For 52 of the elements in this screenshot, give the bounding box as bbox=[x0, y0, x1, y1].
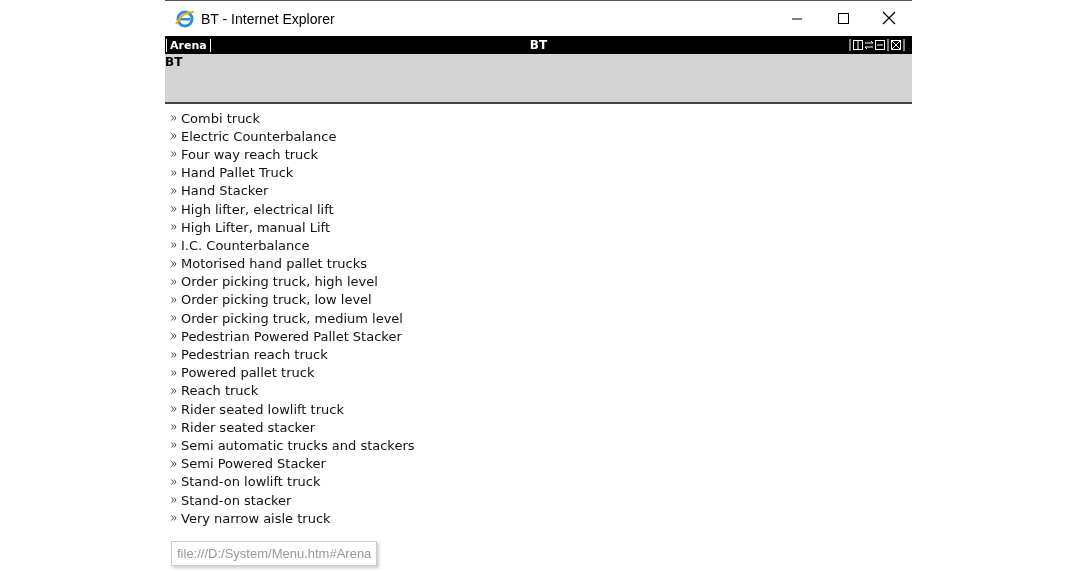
menu-link[interactable]: Powered pallet truck bbox=[181, 365, 315, 381]
menu-link[interactable]: Stand-on stacker bbox=[181, 492, 292, 508]
window-title: BT - Internet Explorer bbox=[201, 10, 335, 27]
menu-link[interactable]: Semi automatic trucks and stackers bbox=[181, 437, 415, 453]
menu-link[interactable]: Rider seated lowlift truck bbox=[181, 401, 344, 417]
chevron-icon bbox=[171, 351, 177, 358]
menu-link[interactable]: Pedestrian Powered Pallet Stacker bbox=[181, 328, 402, 344]
menu-link[interactable]: Order picking truck, low level bbox=[181, 292, 372, 308]
menu-link[interactable]: Pedestrian reach truck bbox=[181, 347, 328, 363]
chevron-icon bbox=[171, 260, 177, 267]
chevron-icon bbox=[171, 442, 177, 449]
chevron-icon bbox=[171, 151, 177, 158]
chevron-icon bbox=[171, 296, 177, 303]
menu-link[interactable]: Semi Powered Stacker bbox=[181, 456, 326, 472]
chevron-icon bbox=[171, 460, 177, 467]
chevron-icon bbox=[171, 169, 177, 176]
chevron-icon bbox=[171, 315, 177, 322]
page-heading: BT bbox=[165, 54, 184, 70]
menu-link[interactable]: High Lifter, manual Lift bbox=[181, 219, 331, 235]
chevron-icon bbox=[171, 424, 177, 431]
chevron-icon bbox=[171, 387, 177, 394]
chevron-icon bbox=[171, 369, 177, 376]
menu-link[interactable]: Order picking truck, medium level bbox=[181, 310, 403, 326]
chevron-icon bbox=[171, 515, 177, 522]
menu-link[interactable]: Very narrow aisle truck bbox=[181, 510, 331, 526]
menu-link[interactable]: I.C. Counterbalance bbox=[181, 237, 310, 253]
status-url: file:///D:/System/Menu.htm#Arena bbox=[171, 541, 378, 566]
chevron-icon bbox=[171, 115, 177, 122]
chevron-icon bbox=[171, 133, 177, 140]
frame-link[interactable]: Arena bbox=[166, 38, 211, 52]
chevron-icon bbox=[171, 478, 177, 485]
menu-link[interactable]: Hand Stacker bbox=[181, 183, 269, 199]
menu-link[interactable]: Electric Counterbalance bbox=[181, 128, 337, 144]
chevron-icon bbox=[171, 187, 177, 194]
chevron-icon bbox=[171, 224, 177, 231]
frame-title: BT bbox=[529, 38, 548, 52]
menu-link[interactable]: Combi truck bbox=[181, 110, 261, 126]
chevron-icon bbox=[171, 206, 177, 213]
menu-link[interactable]: Rider seated stacker bbox=[181, 419, 315, 435]
menu-link[interactable]: Order picking truck, high level bbox=[181, 274, 378, 290]
chevron-icon bbox=[171, 278, 177, 285]
menu-link[interactable]: Stand-on lowlift truck bbox=[181, 474, 321, 490]
menu-link[interactable]: High lifter, electrical lift bbox=[181, 201, 334, 217]
menu-link[interactable]: Reach truck bbox=[181, 383, 259, 399]
menu-link[interactable]: Four way reach truck bbox=[181, 146, 318, 162]
chevron-icon bbox=[171, 333, 177, 340]
chevron-icon bbox=[171, 497, 177, 504]
menu-link[interactable]: Motorised hand pallet trucks bbox=[181, 256, 367, 272]
chevron-icon bbox=[171, 406, 177, 413]
chevron-icon bbox=[171, 242, 177, 249]
menu-link[interactable]: Hand Pallet Truck bbox=[181, 165, 294, 181]
browser-logo-icon bbox=[175, 8, 195, 29]
